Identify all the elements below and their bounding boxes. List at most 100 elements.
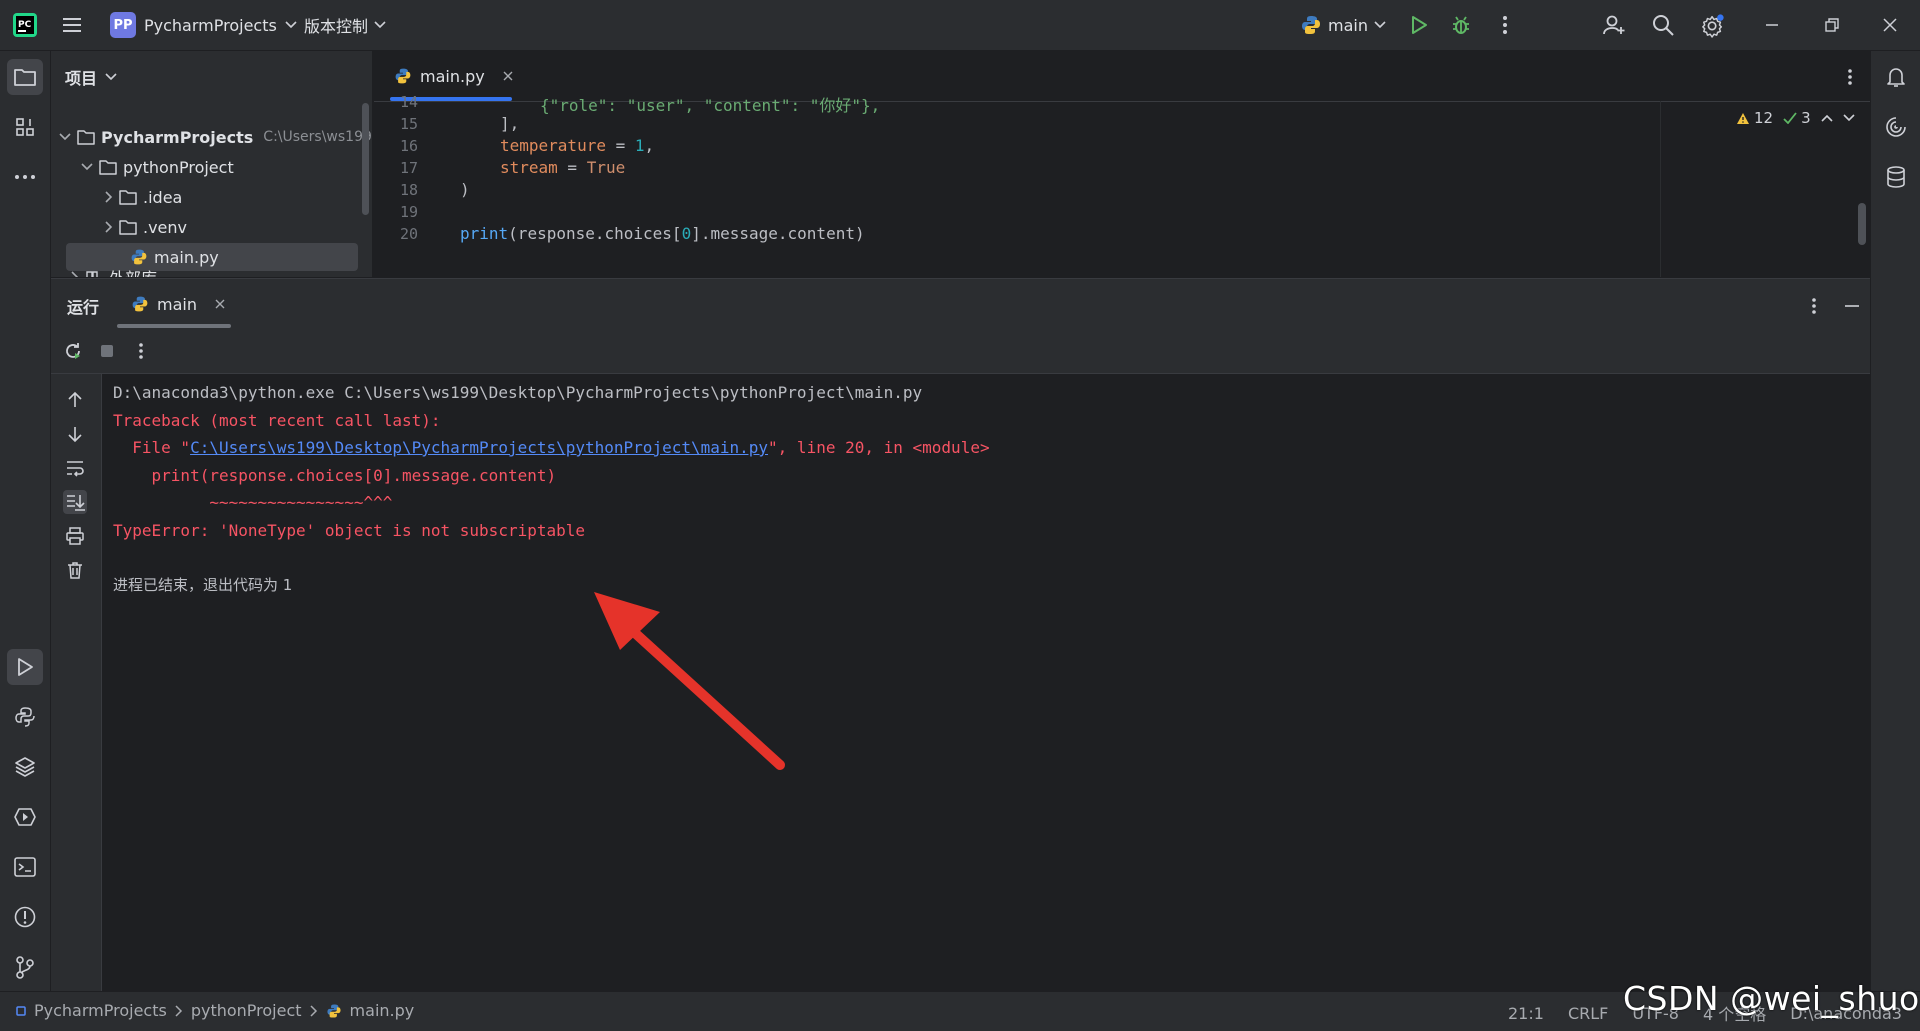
line-number: 14	[399, 93, 418, 111]
ai-assistant-icon[interactable]	[1878, 109, 1914, 145]
more-vertical-icon[interactable]	[129, 339, 153, 363]
run-panel-title: 运行	[67, 298, 100, 317]
line-number: 18	[399, 181, 418, 199]
console-traceback-code: print(response.choices[0].message.conten…	[113, 465, 557, 485]
title-bar: PC PP PycharmProjects 版本控制 main	[0, 0, 1920, 51]
run-tool-icon[interactable]	[7, 649, 43, 685]
chevron-right-icon	[71, 271, 79, 277]
tree-item-label: main.py	[154, 247, 219, 267]
code-line-20: print(response.choices[0].message.conten…	[460, 224, 865, 243]
run-config-selector[interactable]: main	[1300, 10, 1386, 40]
tree-item-pythonproject[interactable]: pythonProject	[81, 153, 234, 181]
restore-window-icon[interactable]	[1820, 13, 1844, 37]
run-tab-label: main	[157, 294, 197, 314]
run-icon[interactable]	[1407, 13, 1431, 37]
git-branch-icon[interactable]	[7, 949, 43, 985]
scroll-to-end-icon[interactable]	[63, 490, 87, 514]
check-icon	[1783, 112, 1797, 124]
chevron-right-icon	[175, 1004, 183, 1017]
project-panel-header[interactable]: 项目	[65, 65, 117, 89]
code-area[interactable]: {"role": "user", "content": "你好"}, ], te…	[460, 96, 1680, 277]
tree-item-label: .venv	[143, 217, 188, 237]
svg-text:PC: PC	[18, 20, 32, 30]
problems-icon[interactable]	[7, 899, 43, 935]
more-horizontal-icon[interactable]	[7, 159, 43, 195]
code-line-16: temperature = 1,	[500, 136, 655, 155]
breadcrumb-item[interactable]: PycharmProjects	[34, 1001, 167, 1020]
search-icon[interactable]	[1651, 13, 1675, 37]
line-separator[interactable]: CRLF	[1568, 1004, 1608, 1023]
structure-icon[interactable]	[7, 109, 43, 145]
notifications-bell-icon[interactable]	[1878, 59, 1914, 95]
folder-icon	[119, 189, 137, 205]
right-tool-strip	[1870, 51, 1920, 991]
close-window-icon[interactable]	[1878, 13, 1902, 37]
hide-panel-icon[interactable]	[1840, 294, 1864, 318]
code-line-17: stream = True	[500, 158, 626, 177]
project-scrollbar[interactable]	[362, 103, 369, 215]
project-folder-icon[interactable]	[7, 59, 43, 95]
add-user-icon[interactable]	[1602, 13, 1626, 37]
console-traceback-file: File "C:\Users\ws199\Desktop\PycharmProj…	[113, 438, 990, 457]
more-vertical-icon[interactable]	[1493, 13, 1517, 37]
python-icon	[1300, 14, 1322, 36]
tree-item-pycharmprojects[interactable]: PycharmProjects C:\Users\ws199\D	[59, 123, 372, 151]
run-panel-header: 运行 main	[51, 279, 1870, 329]
python-console-icon[interactable]	[7, 699, 43, 735]
vcs-menu[interactable]: 版本控制	[304, 10, 386, 40]
more-vertical-icon[interactable]	[1802, 294, 1826, 318]
warnings-indicator[interactable]: 12	[1736, 109, 1773, 127]
main-menu-icon[interactable]	[60, 13, 84, 37]
minimize-window-icon[interactable]	[1760, 13, 1784, 37]
line-number: 15	[399, 115, 418, 133]
print-icon[interactable]	[63, 524, 87, 548]
chevron-down-icon[interactable]	[1843, 114, 1855, 122]
tree-item-label: .idea	[143, 187, 183, 207]
soft-wrap-icon[interactable]	[63, 456, 87, 480]
caret-position[interactable]: 21:1	[1508, 1004, 1544, 1023]
console-output[interactable]: D:\anaconda3\python.exe C:\Users\ws199\D…	[113, 379, 1853, 599]
debug-icon[interactable]	[1449, 13, 1473, 37]
source-file-link[interactable]: C:\Users\ws199\Desktop\PycharmProjects\p…	[190, 438, 768, 457]
weak-warnings-indicator[interactable]: 3	[1783, 109, 1811, 127]
inspection-widget[interactable]: 12 3	[1736, 109, 1855, 127]
trash-icon[interactable]	[63, 558, 87, 582]
database-icon[interactable]	[1878, 159, 1914, 195]
breadcrumb-item[interactable]: pythonProject	[191, 1001, 302, 1020]
settings-gear-icon[interactable]	[1701, 13, 1725, 38]
editor-scrollbar[interactable]	[1858, 203, 1866, 245]
chevron-up-icon[interactable]	[1821, 114, 1833, 122]
run-toolbar	[51, 329, 1870, 374]
tree-item-idea[interactable]: .idea	[105, 183, 182, 211]
terminal-icon[interactable]	[7, 849, 43, 885]
breadcrumb-item[interactable]: main.py	[350, 1001, 415, 1020]
python-packages-icon[interactable]	[7, 749, 43, 785]
python-file-icon	[394, 67, 412, 85]
rerun-icon[interactable]	[61, 339, 85, 363]
run-tab-main[interactable]: main	[117, 279, 239, 329]
warnings-count: 12	[1754, 109, 1774, 127]
folder-icon	[99, 159, 117, 175]
run-side-toolbar	[51, 374, 102, 992]
chevron-down-icon	[285, 21, 297, 29]
arrow-up-icon[interactable]	[63, 388, 87, 412]
more-vertical-icon[interactable]	[1838, 65, 1862, 89]
stop-icon[interactable]	[95, 339, 119, 363]
chevron-down-icon	[1374, 21, 1386, 29]
close-tab-icon[interactable]	[503, 71, 513, 81]
tab-label: main.py	[420, 66, 485, 86]
tree-item-external-libraries[interactable]: 外部库	[71, 263, 157, 277]
close-tab-icon[interactable]	[215, 299, 225, 309]
line-number: 19	[399, 203, 418, 221]
chevron-down-icon	[59, 133, 71, 141]
project-switcher[interactable]: PP PycharmProjects	[110, 10, 297, 40]
csdn-watermark: CSDN @wei_shuo	[1623, 979, 1920, 1018]
project-name: PycharmProjects	[144, 15, 277, 35]
editor: main.py 14 15 16 17 18 19 20 {"role": "u…	[373, 51, 1870, 277]
services-icon[interactable]	[7, 799, 43, 835]
code-line-15: ],	[500, 114, 520, 133]
arrow-down-icon[interactable]	[63, 422, 87, 446]
tree-item-venv[interactable]: .venv	[105, 213, 187, 241]
chevron-down-icon	[105, 73, 117, 81]
project-panel: 项目 PycharmProjects C:\Users\ws199\D pyth…	[51, 51, 372, 277]
